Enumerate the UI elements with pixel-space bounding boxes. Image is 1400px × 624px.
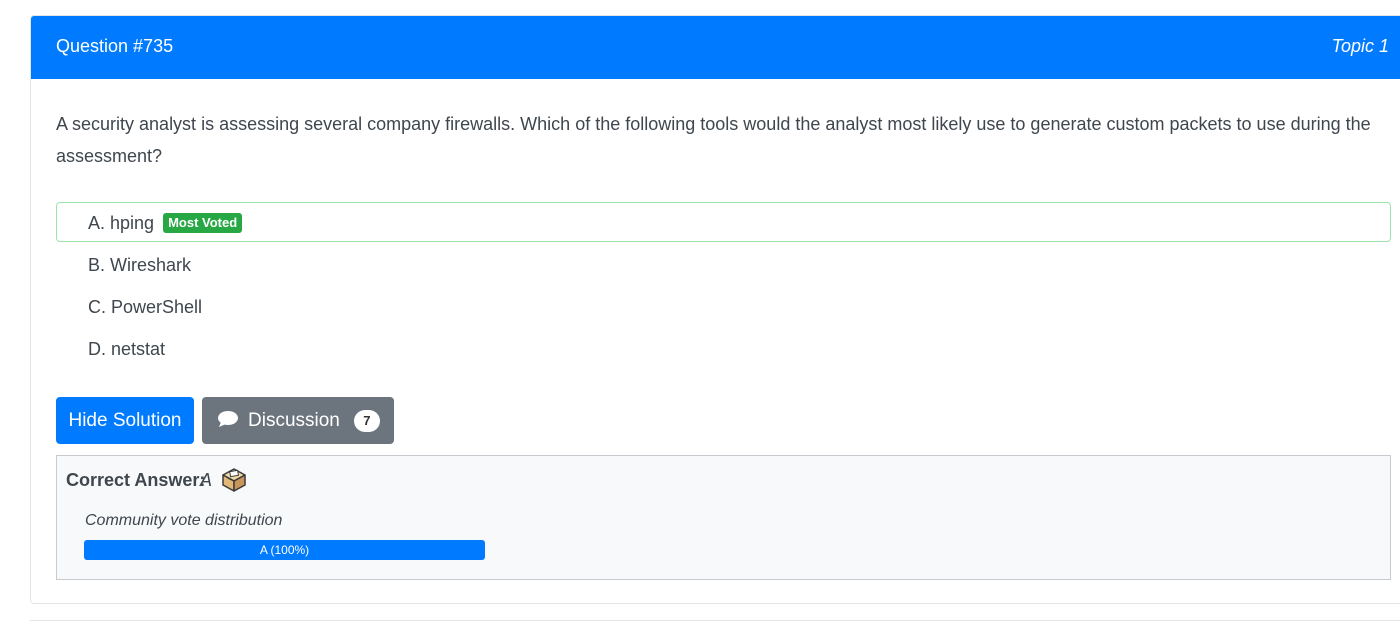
- question-card: Question #735 Topic 1 A security analyst…: [30, 15, 1400, 604]
- question-header: Question #735 Topic 1: [31, 16, 1400, 79]
- question-topic: Topic 1: [1331, 36, 1389, 56]
- correct-answer-value: A: [200, 470, 213, 490]
- discussion-count-badge: 7: [353, 410, 380, 432]
- question-text: A security analyst is assessing several …: [56, 114, 1371, 166]
- discussion-label: Discussion: [248, 410, 340, 431]
- hide-solution-button[interactable]: Hide Solution: [56, 397, 194, 444]
- choice-label: B. Wireshark: [88, 255, 192, 275]
- choice-list: A. hping Most Voted B. Wireshark C. Powe…: [56, 202, 1391, 370]
- choice-a[interactable]: A. hping Most Voted: [56, 202, 1391, 242]
- most-voted-badge: Most Voted: [163, 213, 243, 233]
- question-title: Question #735: [56, 36, 174, 56]
- divider: [30, 620, 1400, 621]
- choice-c[interactable]: C. PowerShell: [56, 286, 1391, 326]
- choice-label: D. netstat: [88, 339, 166, 359]
- choice-label: A. hping: [88, 213, 155, 233]
- choice-b[interactable]: B. Wireshark: [56, 244, 1391, 284]
- vote-bar-segment-a: A (100%): [84, 540, 485, 560]
- speech-bubble-icon: [218, 411, 238, 427]
- vote-distribution-label: Community vote distribution: [85, 512, 283, 529]
- discussion-button[interactable]: Discussion 7: [202, 397, 394, 444]
- choice-d[interactable]: D. netstat: [56, 328, 1391, 368]
- ballot-box-icon: [222, 468, 246, 492]
- vote-distribution-bar: A (100%): [84, 540, 485, 560]
- choice-label: C. PowerShell: [88, 297, 203, 317]
- correct-answer-label: Correct Answer:: [66, 470, 206, 490]
- correct-answer-panel: Correct Answer: A Community vote distrib…: [56, 455, 1391, 580]
